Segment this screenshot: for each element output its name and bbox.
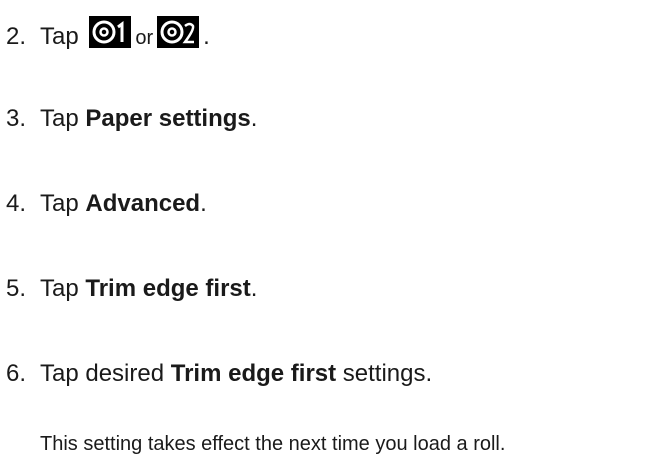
roll-1-icon[interactable] (89, 16, 132, 48)
roll-2-icon[interactable] (157, 16, 200, 48)
step-punct: . (203, 23, 210, 50)
menu-item-advanced: Advanced (85, 190, 201, 217)
step-punct: . (200, 190, 207, 217)
step-number: 5. (6, 275, 27, 302)
step-number: 4. (6, 190, 27, 217)
step-number: 6. (6, 360, 27, 387)
step-6: 6. Tap desired Trim edge first settings. (6, 360, 432, 388)
step-text: Tap (40, 190, 86, 217)
step-text: Tap (40, 105, 86, 132)
step-text: Tap (40, 275, 86, 302)
step-suffix: settings. (336, 360, 433, 387)
menu-item-trim-edge-first: Trim edge first (85, 275, 251, 302)
step-5: 5. Tap Trim edge first. (6, 275, 257, 303)
menu-item-paper-settings: Paper settings (85, 105, 251, 132)
step-number: 2. (6, 23, 27, 50)
step-3: 3. Tap Paper settings. (6, 105, 257, 133)
step-punct: . (250, 275, 258, 302)
step-text: Tap desired (40, 360, 171, 387)
setting-trim-edge-first: Trim edge first (170, 360, 337, 387)
step-4: 4. Tap Advanced. (6, 190, 207, 218)
step-punct: . (250, 105, 258, 132)
or-text: or (135, 27, 154, 49)
step-6-note: This setting takes effect the next time … (40, 433, 506, 455)
step-2: 2. Tap or. (6, 16, 210, 52)
step-number: 3. (6, 105, 27, 132)
step-text: Tap (40, 23, 86, 50)
